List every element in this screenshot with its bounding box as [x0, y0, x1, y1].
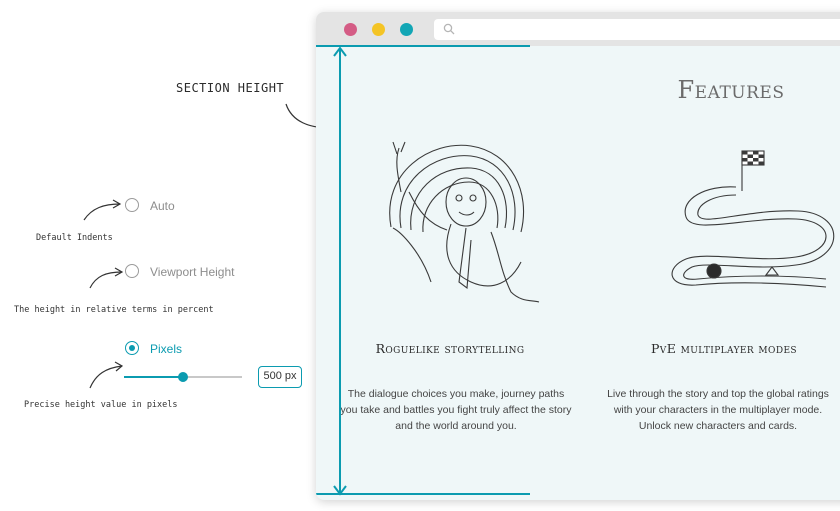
relative-terms-annotation: The height in relative terms in percent: [14, 305, 214, 315]
multiplayer-illustration-icon: [671, 150, 835, 288]
pixels-arrow-icon: [89, 361, 124, 389]
feature-description-storytelling: The dialogue choices you make, journey p…: [340, 388, 572, 432]
viewport-height-option-label: Viewport Height: [150, 265, 235, 279]
address-bar[interactable]: [434, 19, 840, 40]
pixels-radio[interactable]: [125, 341, 139, 355]
pixels-slider-fill: [124, 376, 183, 378]
auto-option-label: Auto: [150, 199, 175, 213]
feature-description-multiplayer: Live through the story and top the globa…: [607, 388, 829, 432]
minimize-dot-icon[interactable]: [372, 23, 385, 36]
section-height-annotation: SECTION HEIGHT: [176, 81, 285, 95]
auto-radio[interactable]: [125, 198, 139, 212]
feature-title-storytelling: Roguelike storytelling: [375, 341, 525, 356]
viewport-height-radio[interactable]: [125, 264, 139, 278]
browser-window: Features Roguelike storytelling PvE mult…: [316, 12, 840, 500]
storytelling-illustration-icon: [389, 141, 540, 303]
feature-title-multiplayer: PvE multiplayer modes: [651, 341, 797, 356]
maximize-dot-icon[interactable]: [400, 23, 413, 36]
pixels-slider-thumb[interactable]: [178, 372, 188, 382]
pixels-option-label: Pixels: [150, 342, 183, 356]
section-height-vertical-arrow-icon: [333, 46, 347, 496]
close-dot-icon[interactable]: [344, 23, 357, 36]
viewport-arrow-icon: [89, 267, 124, 289]
search-icon: [443, 23, 455, 35]
default-indents-annotation: Default Indents: [36, 233, 113, 243]
pixels-value-field[interactable]: 500 px: [258, 366, 302, 388]
page-heading: Features: [677, 76, 785, 104]
browser-titlebar: [316, 12, 840, 46]
auto-arrow-icon: [83, 199, 122, 221]
precise-height-annotation: Precise height value in pixels: [24, 400, 178, 410]
